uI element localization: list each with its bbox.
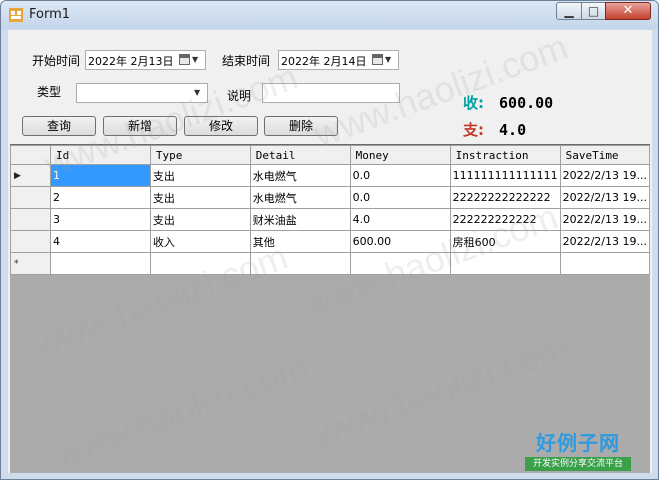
description-label: 说明: [227, 89, 252, 103]
grid-cell[interactable]: 600.00: [349, 230, 451, 253]
grid-cell[interactable]: 0.0: [349, 164, 451, 187]
grid-cell[interactable]: 收入: [149, 230, 251, 253]
description-input[interactable]: [262, 83, 400, 103]
calendar-icon: [179, 54, 190, 65]
grid-corner-header[interactable]: [10, 145, 51, 165]
grid-cell[interactable]: 其他: [249, 230, 351, 253]
data-grid[interactable]: Id Type Detail Money Instraction SaveTim…: [10, 144, 651, 473]
grid-cell[interactable]: 支出: [149, 164, 251, 187]
grid-cell[interactable]: 3: [49, 208, 151, 231]
minimize-button[interactable]: ▁: [556, 2, 582, 20]
start-time-label: 开始时间: [32, 54, 81, 68]
grid-cell[interactable]: 支出: [149, 208, 251, 231]
row-header[interactable]: [10, 230, 51, 253]
chevron-down-icon: ▼: [194, 88, 201, 97]
logo-main-text: 好例子网: [536, 431, 620, 455]
row-header[interactable]: [10, 186, 51, 209]
current-row-indicator-icon[interactable]: ▶: [10, 164, 51, 187]
column-header-detail[interactable]: Detail: [249, 145, 351, 165]
row-header[interactable]: [10, 208, 51, 231]
close-button[interactable]: ✕: [605, 2, 651, 20]
grid-cell[interactable]: 1: [49, 164, 151, 187]
main-window: Form1 ▁ □ ✕ 开始时间 2022年 2月13日 ▼ 结束时间 2022…: [0, 0, 659, 480]
minimize-icon: ▁: [564, 4, 574, 18]
type-combobox[interactable]: ▼: [76, 83, 208, 103]
expense-label: 支:: [463, 121, 484, 139]
grid-cell[interactable]: [149, 252, 251, 275]
table-row[interactable]: 3 支出 财米油盐 4.0 222222222222 2022/2/13 19.…: [10, 208, 651, 231]
income-value: 600.00: [499, 94, 554, 112]
grid-cell[interactable]: 0.0: [349, 186, 451, 209]
grid-cell[interactable]: [349, 252, 451, 275]
type-label: 类型: [37, 85, 62, 99]
chevron-down-icon: ▼: [385, 55, 392, 64]
grid-cell[interactable]: 财米油盐: [249, 208, 351, 231]
grid-cell[interactable]: [249, 252, 351, 275]
grid-cell[interactable]: 水电燃气: [249, 186, 351, 209]
app-icon: [9, 8, 23, 22]
income-label: 收:: [463, 94, 484, 112]
grid-cell[interactable]: 支出: [149, 186, 251, 209]
expense-value: 4.0: [499, 121, 527, 139]
grid-cell[interactable]: 222222222222: [449, 208, 561, 231]
grid-cell[interactable]: 2022/2/13 19...: [559, 208, 651, 231]
income-summary: 收: 600.00: [463, 92, 553, 113]
grid-cell[interactable]: [49, 252, 151, 275]
data-grid-table: Id Type Detail Money Instraction SaveTim…: [10, 145, 651, 275]
grid-cell[interactable]: 2: [49, 186, 151, 209]
grid-cell[interactable]: [449, 252, 561, 275]
column-header-instraction[interactable]: Instraction: [449, 145, 561, 165]
close-icon: ✕: [622, 3, 634, 18]
site-logo: 好例子网 开发实例分享交流平台: [523, 427, 633, 473]
new-row-indicator-icon[interactable]: *: [10, 252, 51, 275]
window-title: Form1: [29, 7, 71, 22]
table-row[interactable]: 2 支出 水电燃气 0.0 22222222222222 2022/2/13 1…: [10, 186, 651, 209]
expense-summary: 支: 4.0: [463, 119, 526, 140]
logo-sub-text: 开发实例分享交流平台: [525, 457, 631, 471]
maximize-button[interactable]: □: [581, 2, 606, 20]
end-date-picker[interactable]: 2022年 2月14日 ▼: [278, 50, 399, 70]
grid-cell[interactable]: 2022/2/13 19...: [559, 164, 651, 187]
query-button[interactable]: 查询: [22, 116, 96, 136]
grid-cell[interactable]: 2022/2/13 19...: [559, 230, 651, 253]
grid-cell[interactable]: 22222222222222: [449, 186, 561, 209]
grid-cell[interactable]: 4.0: [349, 208, 451, 231]
title-bar[interactable]: Form1 ▁ □ ✕: [1, 1, 658, 29]
chevron-down-icon: ▼: [192, 55, 199, 64]
grid-cell[interactable]: 2022/2/13 19...: [559, 186, 651, 209]
column-header-id[interactable]: Id: [49, 145, 151, 165]
column-header-type[interactable]: Type: [149, 145, 251, 165]
new-row[interactable]: *: [10, 252, 651, 275]
grid-header-row: Id Type Detail Money Instraction SaveTim…: [10, 145, 651, 165]
form-client-area: 开始时间 2022年 2月13日 ▼ 结束时间 2022年 2月14日 ▼ 类型…: [8, 30, 652, 473]
grid-cell[interactable]: 房租600: [449, 230, 561, 253]
edit-button[interactable]: 修改: [184, 116, 258, 136]
column-header-money[interactable]: Money: [349, 145, 451, 165]
grid-cell[interactable]: 水电燃气: [249, 164, 351, 187]
grid-cell[interactable]: 4: [49, 230, 151, 253]
end-time-label: 结束时间: [222, 54, 271, 68]
start-date-picker[interactable]: 2022年 2月13日 ▼: [85, 50, 206, 70]
column-header-savetime[interactable]: SaveTime: [559, 145, 651, 165]
table-row[interactable]: 4 收入 其他 600.00 房租600 2022/2/13 19...: [10, 230, 651, 253]
start-date-value: 2022年 2月13日: [88, 55, 174, 68]
maximize-icon: □: [587, 4, 600, 18]
delete-button[interactable]: 删除: [264, 116, 338, 136]
table-row[interactable]: ▶ 1 支出 水电燃气 0.0 111111111111111 2022/2/1…: [10, 164, 651, 187]
grid-cell[interactable]: 111111111111111: [449, 164, 561, 187]
grid-cell[interactable]: [559, 252, 651, 275]
add-button[interactable]: 新增: [103, 116, 177, 136]
end-date-value: 2022年 2月14日: [281, 55, 367, 68]
calendar-icon: [372, 54, 383, 65]
